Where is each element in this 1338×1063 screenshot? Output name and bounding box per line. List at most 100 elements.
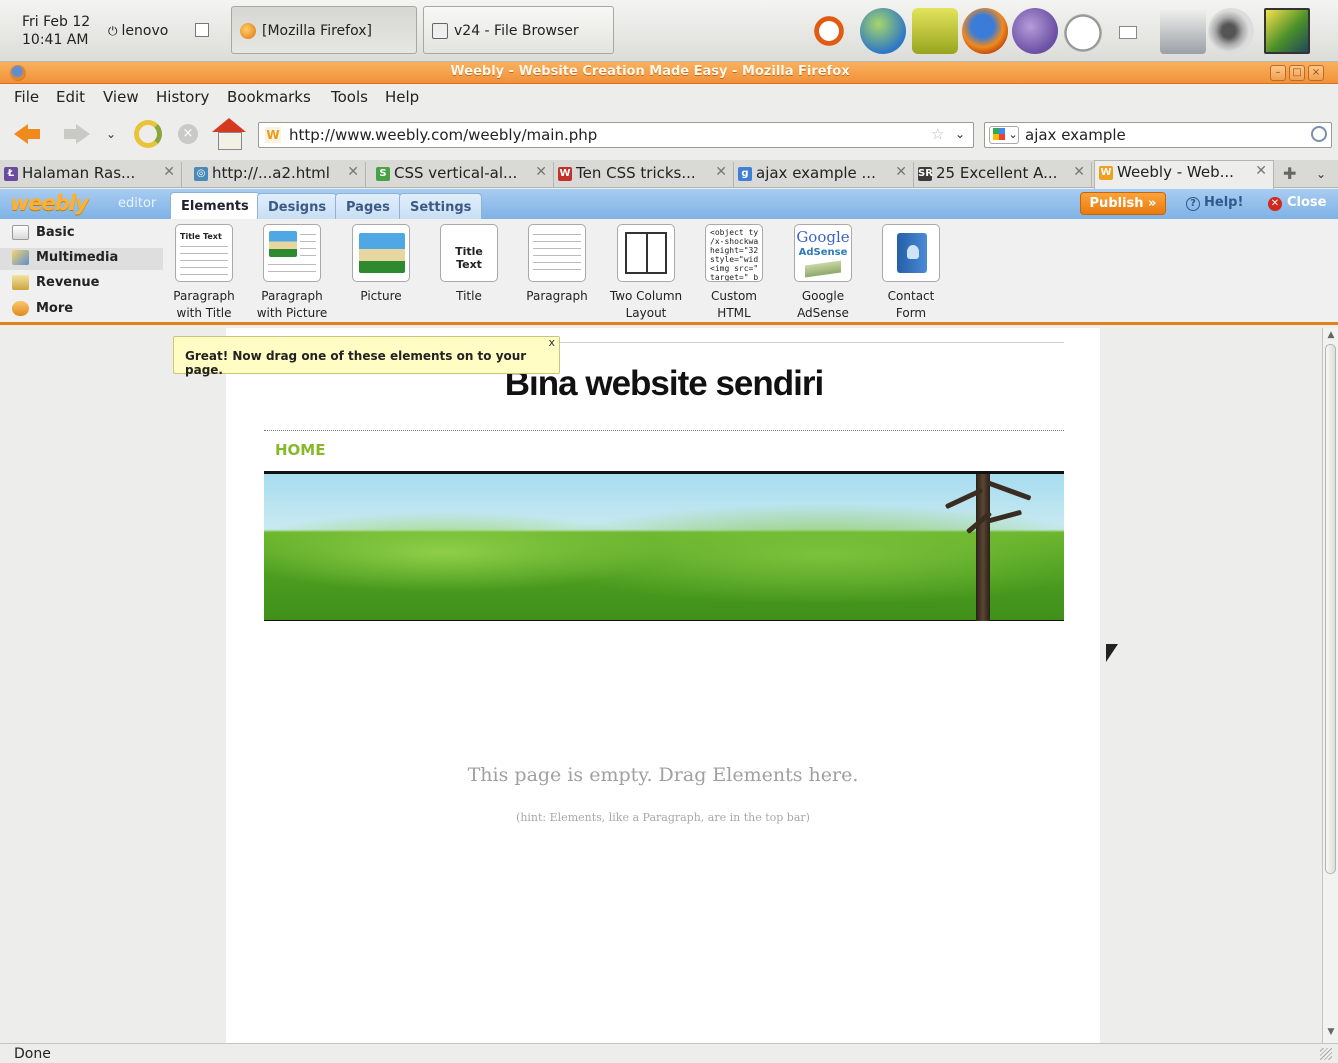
tab-elements[interactable]: Elements <box>170 192 260 219</box>
close-window-button[interactable]: × <box>1308 65 1324 81</box>
element-label: Paragraph with Picture <box>256 289 328 320</box>
tab-designs[interactable]: Designs <box>257 193 338 219</box>
stop-button[interactable]: × <box>178 124 198 144</box>
panel-clock[interactable]: Fri Feb 12 10:41 AM <box>22 13 90 49</box>
menu-edit[interactable]: Edit <box>56 88 85 106</box>
taskbar-firefox-button[interactable]: [Mozilla Firefox] <box>231 6 417 54</box>
basic-icon <box>12 225 29 240</box>
menu-help[interactable]: Help <box>385 88 419 106</box>
desktop-icon[interactable] <box>1264 8 1310 54</box>
publish-button[interactable]: Publish » <box>1080 192 1166 215</box>
reload-button[interactable] <box>134 120 162 148</box>
show-desktop-icon[interactable] <box>195 23 209 37</box>
nav-link-home[interactable]: HOME <box>275 441 325 459</box>
category-basic[interactable]: Basic <box>12 223 75 245</box>
navigation-toolbar: ⌄ × W http://www.weebly.com/weebly/main.… <box>0 110 1338 158</box>
globe-icon[interactable] <box>860 8 906 54</box>
url-dropdown-icon[interactable]: ⌄ <box>955 127 965 141</box>
category-label: Basic <box>36 225 75 240</box>
window-title-bar[interactable]: Weebly - Website Creation Made Easy - Mo… <box>0 62 1338 84</box>
category-label: Multimedia <box>36 250 119 265</box>
scroll-down-icon[interactable]: ▼ <box>1325 1027 1337 1041</box>
close-tab-icon[interactable]: ✕ <box>715 164 727 180</box>
tab-25-excellent[interactable]: SR 25 Excellent A... ✕ <box>914 162 1092 188</box>
category-label: More <box>36 301 74 316</box>
history-dropdown-icon[interactable]: ⌄ <box>106 127 116 141</box>
element-paragraph[interactable]: Paragraph <box>512 224 602 305</box>
multimedia-icon <box>12 250 29 265</box>
trash-icon[interactable] <box>912 8 958 54</box>
close-tab-icon[interactable]: ✕ <box>347 164 359 180</box>
menu-bookmarks[interactable]: Bookmarks <box>227 88 311 106</box>
home-button[interactable] <box>212 118 246 150</box>
tab-css-tricks[interactable]: W Ten CSS tricks... ✕ <box>554 162 734 188</box>
element-picture[interactable]: Picture <box>336 224 426 305</box>
element-google-adsense[interactable]: Google AdSense Google AdSense <box>778 224 868 322</box>
scroll-up-icon[interactable]: ▲ <box>1325 330 1337 344</box>
site-page[interactable]: Bina website sendiri HOME This page is e… <box>226 328 1118 1043</box>
close-tab-icon[interactable]: ✕ <box>1073 164 1085 180</box>
contact-form-thumbnail <box>882 224 940 282</box>
tab-settings[interactable]: Settings <box>399 193 483 219</box>
menu-history[interactable]: History <box>156 88 209 106</box>
element-contact-form[interactable]: Contact Form <box>866 224 956 322</box>
resize-grip-icon[interactable] <box>1320 1048 1332 1060</box>
adsense-thumbnail: Google AdSense <box>794 224 852 282</box>
tab-halaman[interactable]: Ł Halaman Ras... ✕ <box>0 162 182 188</box>
firefox-launcher-icon[interactable] <box>962 8 1008 54</box>
tab-weebly[interactable]: W Weebly - Web... ✕ <box>1094 160 1274 189</box>
url-text[interactable]: http://www.weebly.com/weebly/main.php <box>289 126 597 144</box>
two-column-icon <box>625 232 667 274</box>
close-tab-icon[interactable]: ✕ <box>895 164 907 180</box>
top-panel: Fri Feb 12 10:41 AM ⏻ lenovo [Mozilla Fir… <box>0 0 1338 62</box>
search-input[interactable]: ajax example <box>1025 126 1126 144</box>
tab-title: ajax example ... <box>756 164 876 182</box>
ubuntu-icon[interactable] <box>806 8 852 54</box>
search-icon[interactable] <box>1311 126 1327 142</box>
forward-button[interactable] <box>62 120 92 148</box>
menu-file[interactable]: File <box>14 88 39 106</box>
tab-pages[interactable]: Pages <box>335 193 401 219</box>
category-revenue[interactable]: Revenue <box>12 273 99 295</box>
menu-tools[interactable]: Tools <box>331 88 368 106</box>
tab-ajax-example[interactable]: g ajax example ... ✕ <box>734 162 914 188</box>
element-label: Picture <box>360 289 402 303</box>
pidgin-icon[interactable] <box>1012 8 1058 54</box>
tip-close-button[interactable]: x <box>548 336 555 349</box>
list-all-tabs-icon[interactable]: ⌄ <box>1316 167 1326 181</box>
minimize-button[interactable]: – <box>1270 65 1286 81</box>
bookmark-star-icon[interactable]: ☆ <box>931 125 944 143</box>
category-more[interactable]: More <box>12 299 73 321</box>
tab-http[interactable]: ◎ http://...a2.html ✕ <box>190 162 366 188</box>
element-custom-html[interactable]: <object ty /x-shockwa height="32 style="… <box>689 224 779 322</box>
maximize-button[interactable]: □ <box>1289 65 1305 81</box>
taskbar-file-browser-button[interactable]: v24 - File Browser <box>423 6 614 54</box>
close-tab-icon[interactable]: ✕ <box>163 164 175 180</box>
user-menu[interactable]: ⏻ lenovo <box>108 23 168 39</box>
clock-icon[interactable] <box>1064 14 1102 52</box>
network-icon[interactable] <box>1160 8 1206 54</box>
element-paragraph-with-picture[interactable]: Paragraph with Picture <box>247 224 337 322</box>
url-bar[interactable]: W http://www.weebly.com/weebly/main.php … <box>258 122 974 148</box>
mail-icon[interactable] <box>1119 26 1137 39</box>
tab-title: CSS vertical-al... <box>394 164 518 182</box>
thumb-picture <box>359 233 405 273</box>
back-button[interactable] <box>14 120 44 148</box>
search-engine-selector[interactable]: ⌄ <box>989 126 1019 144</box>
close-tab-icon[interactable]: ✕ <box>1255 163 1267 179</box>
category-multimedia[interactable]: Multimedia <box>0 248 163 270</box>
menu-view[interactable]: View <box>103 88 139 106</box>
close-tab-icon[interactable]: ✕ <box>535 164 547 180</box>
new-tab-button[interactable]: ✚ <box>1283 164 1296 183</box>
vertical-scrollbar[interactable]: ▲ ▼ <box>1322 328 1338 1043</box>
tab-css-vertical[interactable]: S CSS vertical-al... ✕ <box>372 162 554 188</box>
scrollbar-thumb[interactable] <box>1325 344 1336 874</box>
volume-icon[interactable] <box>1208 8 1254 54</box>
menu-bar: File Edit View History Bookmarks Tools H… <box>0 84 1338 110</box>
element-paragraph-with-title[interactable]: Title Text Paragraph with Title <box>159 224 249 322</box>
element-two-column-layout[interactable]: Two Column Layout <box>601 224 691 322</box>
close-editor-button[interactable]: ✕ Close <box>1268 195 1326 211</box>
help-button[interactable]: ? Help! <box>1186 195 1243 211</box>
search-bar[interactable]: ⌄ ajax example <box>984 122 1332 148</box>
element-title[interactable]: Title Text Title <box>424 224 514 305</box>
